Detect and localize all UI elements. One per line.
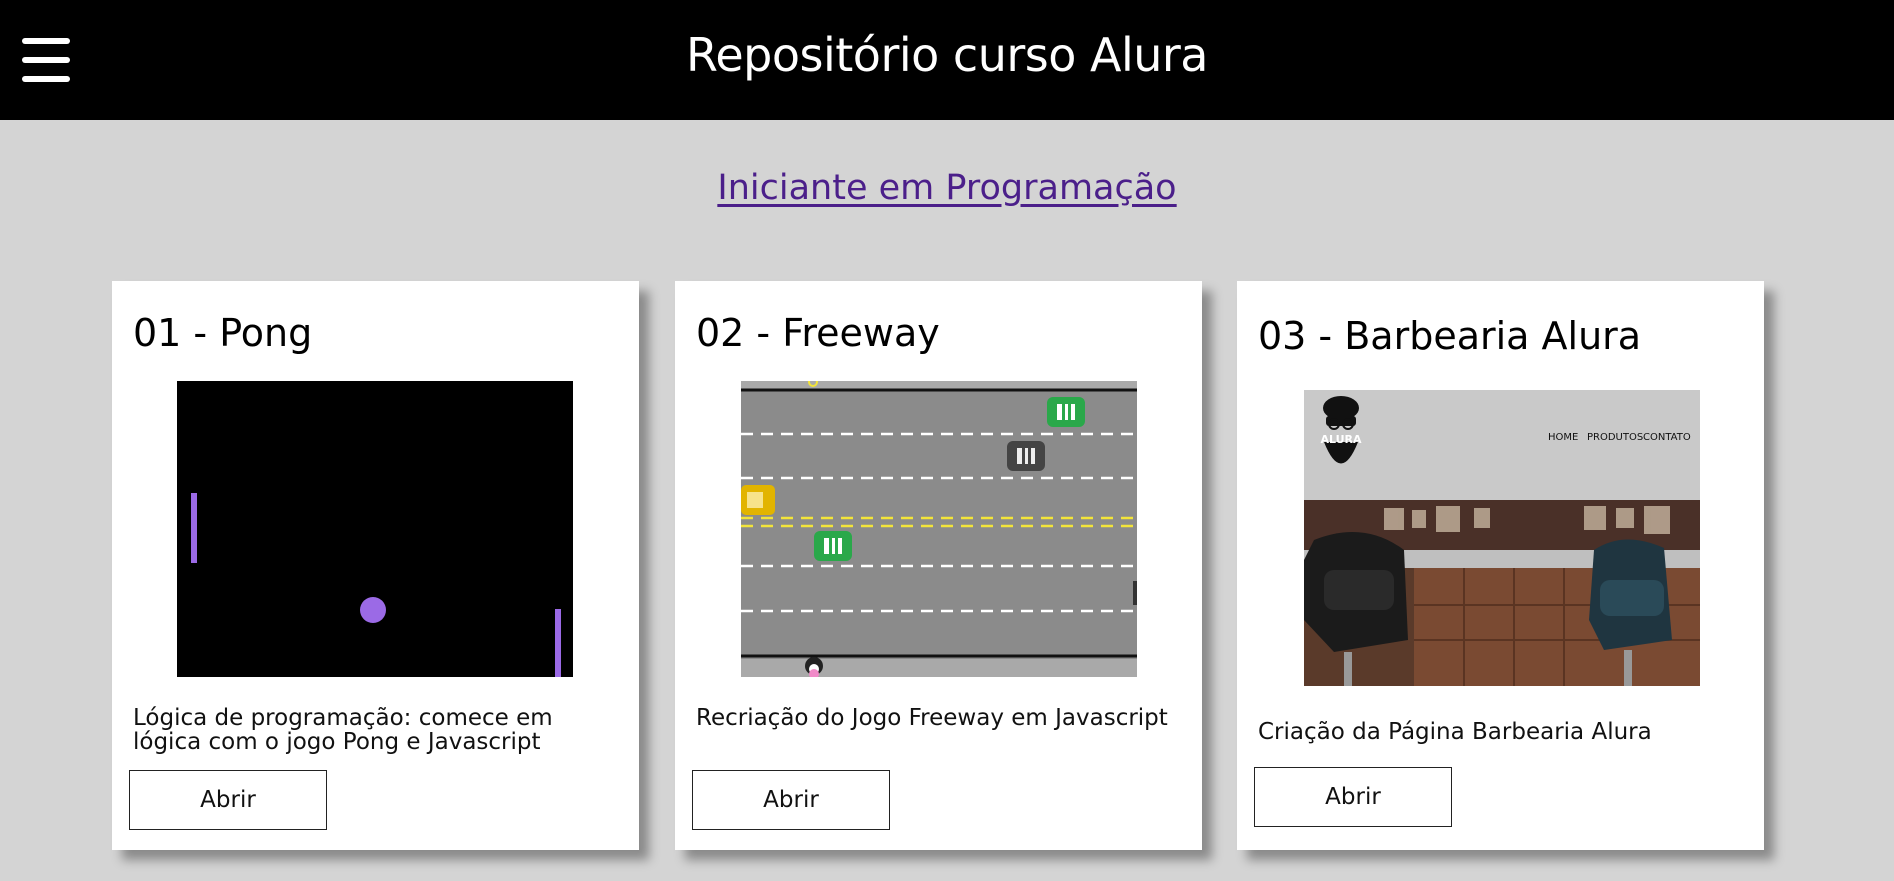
car-green-1 (1047, 397, 1085, 427)
right-paddle (555, 609, 561, 677)
preview-nav-home: HOME (1548, 432, 1578, 443)
card-title: 03 - Barbearia Alura (1258, 314, 1642, 358)
site-header: Repositório curso Alura (0, 0, 1894, 120)
section-link[interactable]: Iniciante em Programação (717, 168, 1176, 208)
open-freeway-button[interactable]: Abrir (692, 770, 890, 830)
card-description: Lógica de programação: comece em lógica … (133, 705, 553, 755)
car-green-2 (814, 531, 852, 561)
card-title: 02 - Freeway (696, 311, 940, 355)
section-heading: Iniciante em Programação (0, 168, 1894, 208)
project-card-barbearia: 03 - Barbearia Alura ALURA HOME PRODUTOS… (1237, 281, 1764, 850)
card-title: 01 - Pong (133, 311, 313, 355)
preview-nav-produtos: PRODUTOS (1587, 432, 1643, 443)
svg-text:ALURA: ALURA (1320, 433, 1362, 446)
preview-nav-contato: CONTATO (1643, 432, 1691, 443)
car-gray (1007, 441, 1045, 471)
card-description: Recriação do Jogo Freeway em Javascript (696, 705, 1168, 731)
freeway-thumbnail (741, 381, 1137, 677)
ball (360, 597, 386, 623)
card-description: Criação da Página Barbearia Alura (1258, 719, 1652, 745)
open-barbearia-button[interactable]: Abrir (1254, 767, 1452, 827)
site-title: Repositório curso Alura (685, 28, 1209, 82)
left-paddle (191, 493, 197, 563)
project-card-pong: 01 - Pong Lógica de programação: comece … (112, 281, 639, 850)
open-pong-button[interactable]: Abrir (129, 770, 327, 830)
project-card-freeway: 02 - Freeway Recriação do Jogo Freeway e… (675, 281, 1202, 850)
car-yellow (741, 485, 775, 515)
pong-thumbnail (177, 381, 573, 677)
barbearia-thumbnail: ALURA HOME PRODUTOS CONTATO (1304, 390, 1700, 686)
